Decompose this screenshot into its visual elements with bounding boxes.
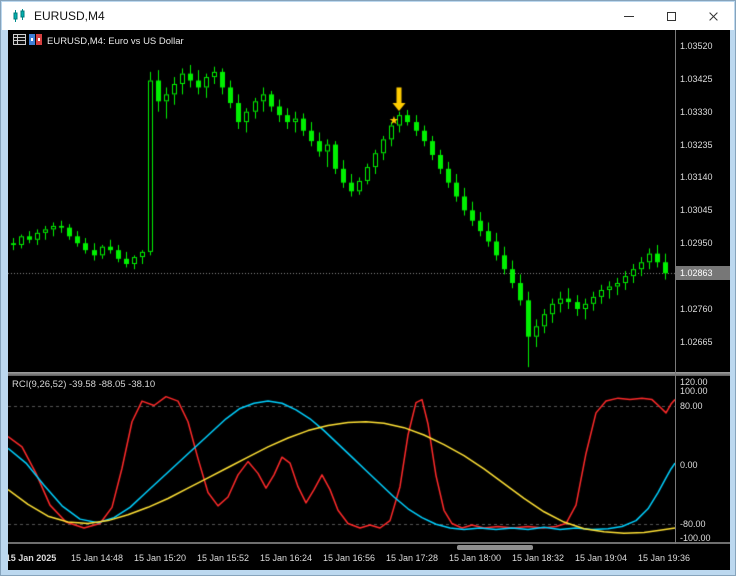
- titlebar[interactable]: EURUSD,M4: [2, 2, 734, 30]
- price-chart-pane[interactable]: EURUSD,M4: Euro vs US Dollar: [8, 30, 675, 372]
- indicator-axis-labels: 120.00 100.00 80.00 0.00 -80.00 -100.00: [676, 30, 730, 544]
- close-icon: [708, 11, 719, 22]
- time-axis-label: 15 Jan 19:36: [637, 553, 691, 563]
- close-button[interactable]: [692, 2, 734, 30]
- time-axis[interactable]: 15 Jan 2025 15 Jan 14:48 15 Jan 15:20 15 Ja…: [8, 544, 730, 570]
- chart-window-icon[interactable]: [10, 7, 28, 25]
- rci-canvas[interactable]: [8, 376, 675, 542]
- one-click-trading-icon[interactable]: [29, 34, 42, 48]
- time-axis-label: 15 Jan 18:32: [511, 553, 565, 563]
- time-axis-label: 15 Jan 16:24: [259, 553, 313, 563]
- maximize-button[interactable]: [650, 2, 692, 30]
- current-price-badge: 1.02863: [676, 266, 730, 281]
- indicator-axis-label: -80.00: [680, 518, 706, 529]
- maximize-icon: [666, 11, 676, 21]
- time-axis-label: 15 Jan 2025: [8, 553, 57, 563]
- time-axis-label: 15 Jan 16:56: [322, 553, 376, 563]
- time-axis-label: 15 Jan 18:00: [448, 553, 502, 563]
- time-axis-label: 15 Jan 19:04: [574, 553, 628, 563]
- chart-legend: EURUSD,M4: Euro vs US Dollar: [13, 34, 184, 48]
- time-axis-label: 15 Jan 17:28: [385, 553, 439, 563]
- legend-symbol-text: EURUSD,M4: Euro vs US Dollar: [47, 35, 184, 47]
- time-axis-label: 15 Jan 15:20: [133, 553, 187, 563]
- window-controls: [608, 2, 734, 30]
- price-axis[interactable]: 1.03520 1.03425 1.03330 1.03235 1.03140 1.030…: [676, 30, 730, 544]
- minimize-button[interactable]: [608, 2, 650, 30]
- indicator-axis-label: 80.00: [680, 400, 703, 411]
- candlestick-canvas[interactable]: [8, 30, 675, 372]
- indicator-label: RCI(9,26,52) -39.58 -88.05 -38.10: [12, 379, 156, 390]
- indicator-axis-label: 0.00: [680, 459, 698, 470]
- time-axis-label: 15 Jan 15:52: [196, 553, 250, 563]
- legend-icons: [13, 34, 42, 48]
- market-depth-icon[interactable]: [13, 34, 26, 48]
- indicator-axis-label: -100.00: [680, 533, 711, 544]
- time-axis-label: 15 Jan 14:48: [70, 553, 124, 563]
- rci-indicator-pane[interactable]: RCI(9,26,52) -39.58 -88.05 -38.10: [8, 376, 675, 542]
- chart-client-area: EURUSD,M4: Euro vs US Dollar RCI(9,26,52…: [8, 30, 730, 570]
- window-title: EURUSD,M4: [34, 9, 105, 23]
- chart-window: EURUSD,M4 EURUSD,M4: Euro vs US Dollar R…: [0, 0, 736, 576]
- time-axis-labels: 15 Jan 2025 15 Jan 14:48 15 Jan 15:20 15 Ja…: [8, 544, 730, 570]
- indicator-axis-label: 100.00: [680, 385, 708, 396]
- minimize-icon: [624, 15, 634, 17]
